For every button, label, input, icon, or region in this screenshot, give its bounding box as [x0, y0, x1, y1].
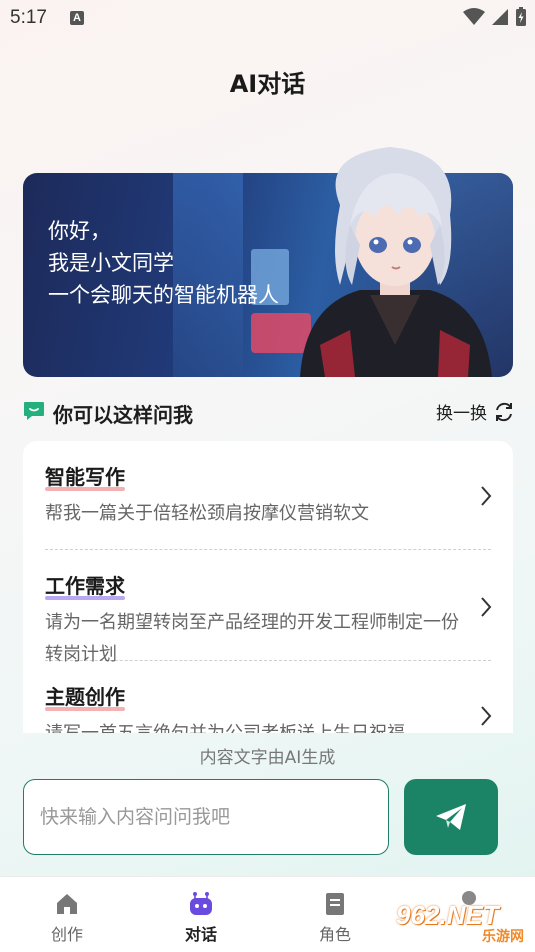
document-icon — [326, 893, 344, 915]
suggestions-title: 你可以这样问我 — [53, 403, 193, 427]
wifi-icon — [463, 8, 485, 25]
nav-item-chat[interactable]: 对话 — [161, 891, 241, 945]
suggestion-title: 主题创作 — [45, 681, 125, 712]
chat-bubble-icon — [24, 402, 44, 420]
status-icons — [463, 7, 527, 27]
refresh-button[interactable]: 换一换 — [436, 399, 515, 424]
battery-icon — [516, 7, 526, 26]
page-title: AI对话 — [229, 70, 306, 98]
status-bar: 5:17 A — [0, 0, 535, 36]
nav-item-create[interactable]: 创作 — [27, 891, 107, 945]
watermark: 962.NET 乐游网 — [396, 900, 530, 946]
suggestion-desc: 帮我一篇关于倍轻松颈肩按摩仪营销软文 — [45, 503, 369, 524]
chevron-right-icon — [481, 706, 492, 726]
suggestion-item[interactable]: 主题创作 请写一首五言绝句并为公司老板送上生日祝福 — [23, 661, 513, 733]
watermark-sub: 乐游网 — [482, 929, 524, 945]
nav-label: 角色 — [318, 925, 351, 944]
nav-label: 对话 — [184, 925, 217, 944]
suggestion-item[interactable]: 工作需求 请为一名期望转岗至产品经理的开发工程师制定一份转岗计划 — [23, 550, 513, 665]
anime-character-illustration — [300, 147, 492, 377]
message-input-box[interactable] — [23, 779, 389, 855]
suggestions-card: 智能写作 帮我一篇关于倍轻松颈肩按摩仪营销软文 工作需求 请为一名期望转岗至产品… — [23, 441, 513, 733]
robot-icon — [190, 892, 212, 915]
ai-generated-note: 内容文字由AI生成 — [199, 748, 336, 768]
suggestion-title-text: 工作需求 — [45, 574, 125, 598]
banner-line: 你好， — [48, 219, 111, 243]
suggestion-title: 工作需求 — [45, 570, 125, 601]
status-time: 5:17 — [10, 7, 47, 28]
message-input[interactable] — [24, 780, 388, 854]
suggestion-title-text: 主题创作 — [45, 685, 125, 709]
chevron-right-icon — [481, 597, 492, 617]
banner-line: 我是小文同学 — [48, 251, 174, 275]
chevron-right-icon — [481, 486, 492, 506]
suggestion-title-text: 智能写作 — [45, 465, 125, 489]
banner-greeting: 你好， 我是小文同学 一个会聊天的智能机器人 — [48, 215, 279, 311]
suggestion-item[interactable]: 智能写作 帮我一篇关于倍轻松颈肩按摩仪营销软文 — [23, 441, 513, 549]
signal-icon — [492, 9, 508, 25]
suggestion-title: 智能写作 — [45, 461, 125, 492]
refresh-label: 换一换 — [436, 404, 487, 424]
send-button[interactable] — [404, 779, 498, 855]
nav-item-roles[interactable]: 角色 — [295, 891, 375, 945]
send-icon — [436, 804, 466, 830]
banner-line: 一个会聊天的智能机器人 — [48, 283, 279, 307]
suggestions-header: 你可以这样问我 换一换 — [23, 398, 515, 428]
notification-icon: A — [70, 11, 84, 25]
nav-label: 创作 — [50, 925, 83, 944]
suggestion-desc: 请写一首五言绝句并为公司老板送上生日祝福 — [45, 718, 463, 733]
refresh-icon — [496, 402, 512, 421]
home-icon — [57, 894, 77, 914]
